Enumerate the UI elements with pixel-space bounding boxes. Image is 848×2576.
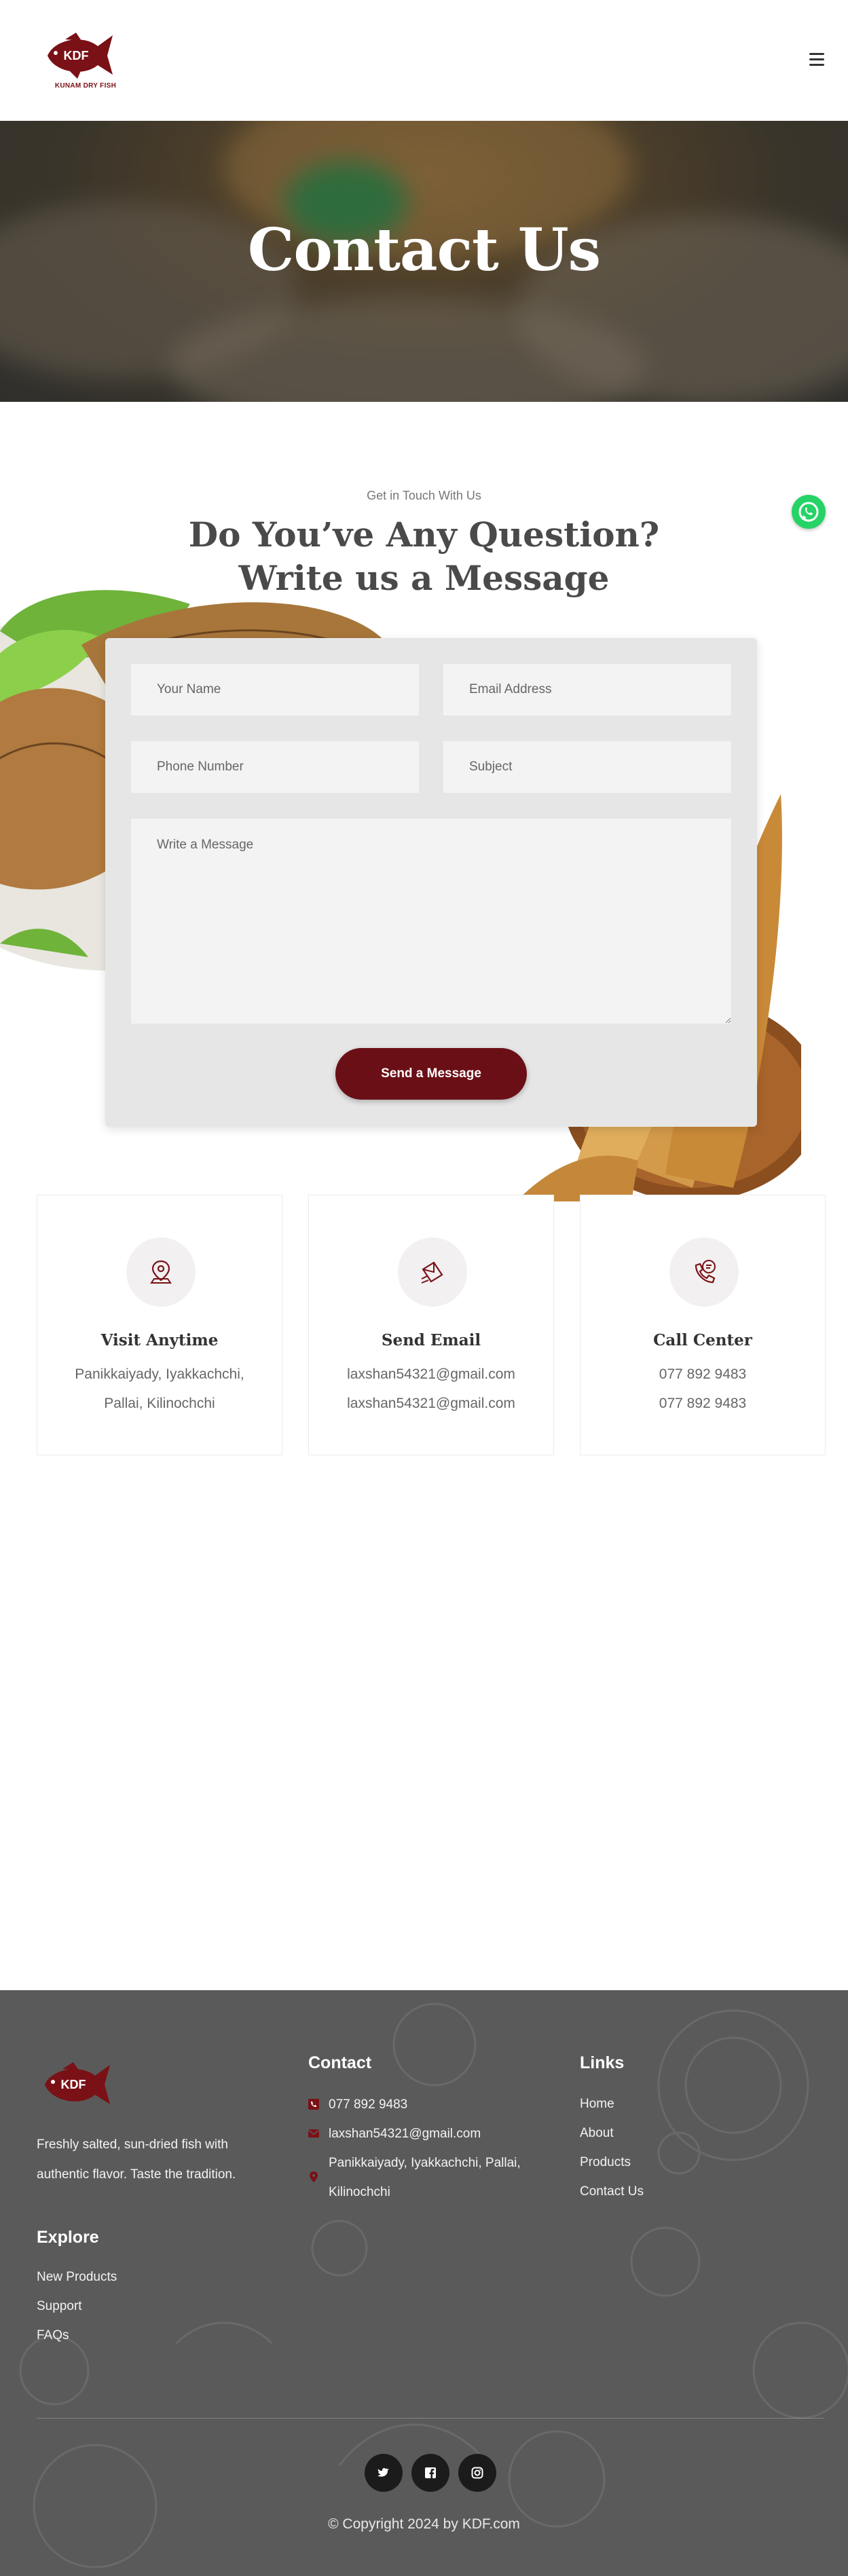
footer-link-support[interactable]: Support	[37, 2299, 82, 2314]
footer-phone[interactable]: 077 892 9483	[329, 2090, 407, 2119]
hero-banner: Contact Us	[0, 121, 848, 402]
logo-caption: KUNAM DRY FISH	[54, 82, 117, 90]
phone-icon	[308, 2099, 319, 2110]
phone-line-2[interactable]: 077 892 9483	[580, 1396, 825, 1412]
hero-title: Contact Us	[247, 216, 601, 284]
envelope-icon	[308, 2129, 319, 2138]
address-line-2: Pallai, Kilinochchi	[104, 1396, 215, 1411]
site-header: KDF KUNAM DRY FISH	[0, 0, 848, 121]
whatsapp-icon	[798, 502, 819, 522]
twitter-button[interactable]	[365, 2454, 403, 2492]
phone-icon	[669, 1237, 739, 1307]
footer-about-text: Freshly salted, sun-dried fish with auth…	[37, 2138, 236, 2182]
instagram-icon	[471, 2467, 483, 2479]
footer-link-faqs[interactable]: FAQs	[37, 2328, 69, 2343]
footer-address: Panikkaiyady, Iyakkachchi, Pallai, Kilin…	[329, 2156, 521, 2199]
footer-link-about[interactable]: About	[580, 2126, 614, 2141]
footer-link-products[interactable]: Products	[580, 2155, 631, 2170]
footer-email[interactable]: laxshan54321@gmail.com	[329, 2119, 481, 2148]
svg-text:KDF: KDF	[61, 2078, 86, 2091]
footer-link-new-products[interactable]: New Products	[37, 2270, 117, 2285]
svg-text:KDF: KDF	[64, 49, 89, 62]
email-field[interactable]	[443, 664, 731, 715]
links-heading: Links	[580, 2053, 625, 2072]
envelope-icon	[398, 1237, 467, 1307]
whatsapp-chat-button[interactable]	[792, 495, 826, 529]
phone-line-1[interactable]: 077 892 9483	[580, 1366, 825, 1383]
name-field[interactable]	[131, 664, 419, 715]
footer-link-home[interactable]: Home	[580, 2097, 614, 2112]
heading-line-1: Do You’ve Any Question?	[188, 515, 660, 555]
footer-divider	[37, 2418, 824, 2419]
email-line-1[interactable]: laxshan54321@gmail.com	[309, 1366, 553, 1383]
location-pin-icon	[310, 2171, 318, 2182]
copyright-text: © Copyright 2024 by KDF.com	[328, 2516, 520, 2532]
instagram-button[interactable]	[458, 2454, 496, 2492]
info-card-call: Call Center 077 892 9483 077 892 9483	[580, 1195, 826, 1455]
contact-heading: Contact	[308, 2053, 372, 2072]
info-card-email: Send Email laxshan54321@gmail.com laxsha…	[308, 1195, 554, 1455]
info-card-visit: Visit Anytime Panikkaiyady, Iyakkachchi,…	[37, 1195, 282, 1455]
fish-logo-icon: KDF	[48, 33, 113, 79]
footer-fish-logo-icon[interactable]: KDF	[39, 2059, 114, 2110]
address-line-1: Panikkaiyady, Iyakkachchi,	[75, 1366, 244, 1382]
hamburger-menu-icon[interactable]	[809, 53, 826, 67]
phone-field[interactable]	[131, 741, 419, 793]
footer-link-contact-us[interactable]: Contact Us	[580, 2184, 644, 2199]
email-line-2[interactable]: laxshan54321@gmail.com	[309, 1396, 553, 1412]
twitter-icon	[377, 2467, 389, 2477]
section-eyebrow: Get in Touch With Us	[367, 489, 481, 502]
info-title: Send Email	[381, 1331, 481, 1349]
message-field[interactable]	[131, 819, 731, 1024]
facebook-button[interactable]	[411, 2454, 449, 2492]
brand-logo[interactable]: KDF KUNAM DRY FISH	[42, 30, 117, 92]
site-footer: KDF Freshly salted, sun-dried fish with …	[0, 1990, 848, 2576]
info-title: Visit Anytime	[100, 1331, 219, 1349]
subject-field[interactable]	[443, 741, 731, 793]
facebook-icon	[425, 2467, 436, 2479]
contact-form: Send a Message	[105, 638, 757, 1127]
location-icon	[126, 1237, 196, 1307]
send-message-button[interactable]: Send a Message	[335, 1048, 527, 1100]
info-title: Call Center	[653, 1331, 752, 1349]
explore-heading: Explore	[37, 2228, 99, 2247]
